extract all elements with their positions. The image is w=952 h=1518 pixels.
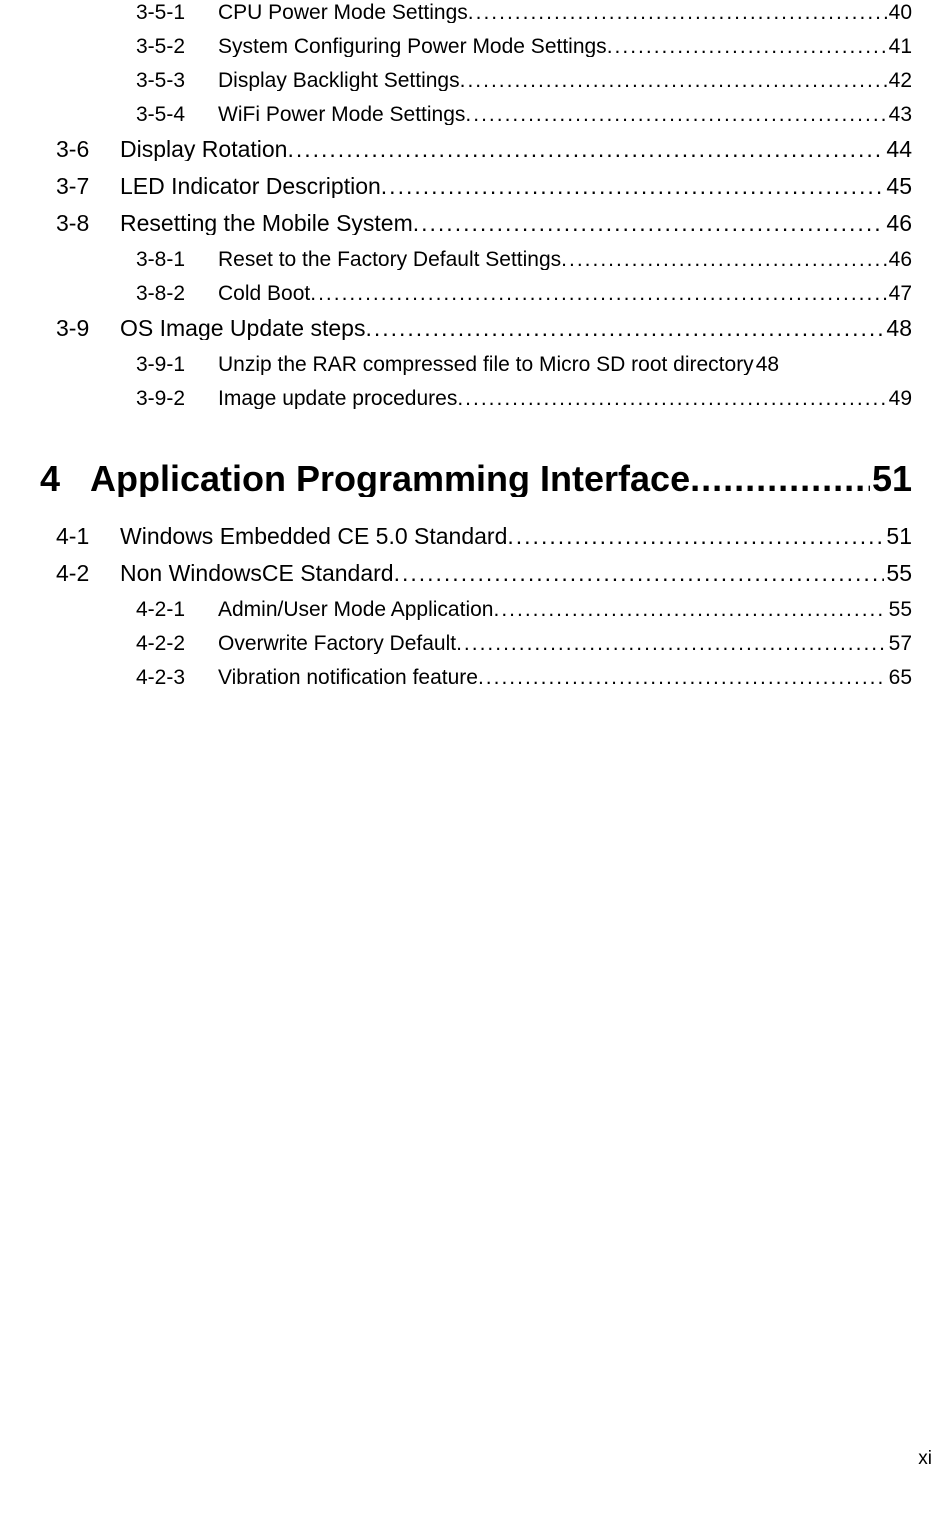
toc-page: 45 bbox=[884, 175, 912, 198]
toc-number: 3-5-3 bbox=[136, 70, 218, 91]
toc-page: 44 bbox=[884, 138, 912, 161]
toc-entry: 4-2-1 Admin/User Mode Application ......… bbox=[40, 599, 912, 620]
toc-page: 43 bbox=[887, 104, 912, 125]
toc-title: OS Image Update steps bbox=[120, 317, 365, 340]
toc-number: 3-5-2 bbox=[136, 36, 218, 57]
toc-title: Overwrite Factory Default bbox=[218, 633, 456, 654]
toc-number: 4-2 bbox=[56, 562, 120, 585]
toc-number: 3-9 bbox=[56, 317, 120, 340]
toc-page: 51 bbox=[870, 461, 912, 497]
toc-page: 40 bbox=[887, 2, 912, 23]
toc-entry: 3-5-4 WiFi Power Mode Settings .........… bbox=[40, 104, 912, 125]
toc-dots: ........................................… bbox=[468, 2, 887, 23]
toc-entry: 3-9-1 Unzip the RAR compressed file to M… bbox=[40, 354, 912, 375]
toc-page: 41 bbox=[887, 36, 912, 57]
toc-number: 4-2-3 bbox=[136, 667, 218, 688]
toc-number: 4 bbox=[40, 461, 90, 497]
toc-dots: ........................................… bbox=[394, 562, 885, 585]
toc-title: Display Backlight Settings bbox=[218, 70, 460, 91]
toc-title: Image update procedures bbox=[218, 388, 457, 409]
toc-title: Resetting the Mobile System bbox=[120, 212, 413, 235]
toc-number: 3-5-4 bbox=[136, 104, 218, 125]
toc-dots: ........................................… bbox=[478, 667, 887, 688]
toc-title: Application Programming Interface bbox=[90, 461, 690, 497]
toc-number: 3-8-2 bbox=[136, 283, 218, 304]
toc-entry: 3-5-1 CPU Power Mode Settings ..........… bbox=[40, 2, 912, 23]
toc-number: 3-5-1 bbox=[136, 2, 218, 23]
toc-dots: ........................................… bbox=[561, 249, 886, 270]
toc-dots: ........................................… bbox=[607, 36, 887, 57]
toc-entry: 4-1 Windows Embedded CE 5.0 Standard ...… bbox=[40, 525, 912, 548]
toc-entry: 3-9 OS Image Update steps ..............… bbox=[40, 317, 912, 340]
toc-entry: 3-5-3 Display Backlight Settings .......… bbox=[40, 70, 912, 91]
toc-number: 4-2-2 bbox=[136, 633, 218, 654]
toc-title: Unzip the RAR compressed file to Micro S… bbox=[218, 354, 754, 375]
toc-dots: ........................................… bbox=[690, 461, 870, 497]
toc-page: 46 bbox=[887, 249, 912, 270]
toc-entry: 3-9-2 Image update procedures ..........… bbox=[40, 388, 912, 409]
toc-number: 3-8-1 bbox=[136, 249, 218, 270]
toc-entry: 4-2-2 Overwrite Factory Default ........… bbox=[40, 633, 912, 654]
toc-entry: 3-8-2 Cold Boot ........................… bbox=[40, 283, 912, 304]
toc-number: 4-1 bbox=[56, 525, 120, 548]
toc-dots: ........................................… bbox=[456, 633, 887, 654]
toc-dots: ........................................… bbox=[460, 70, 887, 91]
toc-dots: ........................................… bbox=[465, 104, 886, 125]
toc-page: 47 bbox=[887, 283, 912, 304]
toc-chapter: 4 Application Programming Interface ....… bbox=[40, 461, 912, 497]
toc-page: 42 bbox=[887, 70, 912, 91]
toc-title: CPU Power Mode Settings bbox=[218, 2, 468, 23]
toc-entry: 4-2-3 Vibration notification feature ...… bbox=[40, 667, 912, 688]
toc-dots: ........................................… bbox=[310, 283, 886, 304]
toc-dots: ........................................… bbox=[493, 599, 886, 620]
toc-dots: ........................................… bbox=[381, 175, 885, 198]
toc-dots: ........................................… bbox=[507, 525, 884, 548]
toc-dots: ........................................… bbox=[457, 388, 886, 409]
toc-page: 48 bbox=[884, 317, 912, 340]
toc-dots: ........................................… bbox=[365, 317, 884, 340]
toc-title: Non WindowsCE Standard bbox=[120, 562, 394, 585]
toc-entry: 3-8-1 Reset to the Factory Default Setti… bbox=[40, 249, 912, 270]
toc-number: 3-7 bbox=[56, 175, 120, 198]
toc-page: 49 bbox=[887, 388, 912, 409]
toc-page: 55 bbox=[887, 599, 912, 620]
toc-entry: 3-5-2 System Configuring Power Mode Sett… bbox=[40, 36, 912, 57]
toc-title: LED Indicator Description bbox=[120, 175, 381, 198]
toc-page: 55 bbox=[884, 562, 912, 585]
toc-page: 57 bbox=[887, 633, 912, 654]
toc-title: WiFi Power Mode Settings bbox=[218, 104, 465, 125]
toc-entry: 3-8 Resetting the Mobile System ........… bbox=[40, 212, 912, 235]
toc-number: 3-8 bbox=[56, 212, 120, 235]
toc-entry: 4-2 Non WindowsCE Standard .............… bbox=[40, 562, 912, 585]
toc-title: Cold Boot bbox=[218, 283, 310, 304]
toc-title: Display Rotation bbox=[120, 138, 287, 161]
toc-page: 51 bbox=[884, 525, 912, 548]
toc-title: System Configuring Power Mode Settings bbox=[218, 36, 607, 57]
toc-container: 3-5-1 CPU Power Mode Settings ..........… bbox=[0, 2, 952, 688]
toc-number: 3-6 bbox=[56, 138, 120, 161]
page-number-footer: xi bbox=[918, 1448, 932, 1470]
toc-page: 48 bbox=[754, 354, 779, 375]
toc-entry: 3-7 LED Indicator Description ..........… bbox=[40, 175, 912, 198]
toc-page: 65 bbox=[887, 667, 912, 688]
toc-title: Admin/User Mode Application bbox=[218, 599, 493, 620]
toc-title: Vibration notification feature bbox=[218, 667, 478, 688]
toc-number: 3-9-1 bbox=[136, 354, 218, 375]
toc-number: 3-9-2 bbox=[136, 388, 218, 409]
toc-number: 4-2-1 bbox=[136, 599, 218, 620]
toc-title: Reset to the Factory Default Settings bbox=[218, 249, 561, 270]
toc-dots: ........................................… bbox=[413, 212, 885, 235]
toc-entry: 3-6 Display Rotation ...................… bbox=[40, 138, 912, 161]
toc-title: Windows Embedded CE 5.0 Standard bbox=[120, 525, 507, 548]
toc-dots: ........................................… bbox=[287, 138, 884, 161]
toc-page: 46 bbox=[884, 212, 912, 235]
